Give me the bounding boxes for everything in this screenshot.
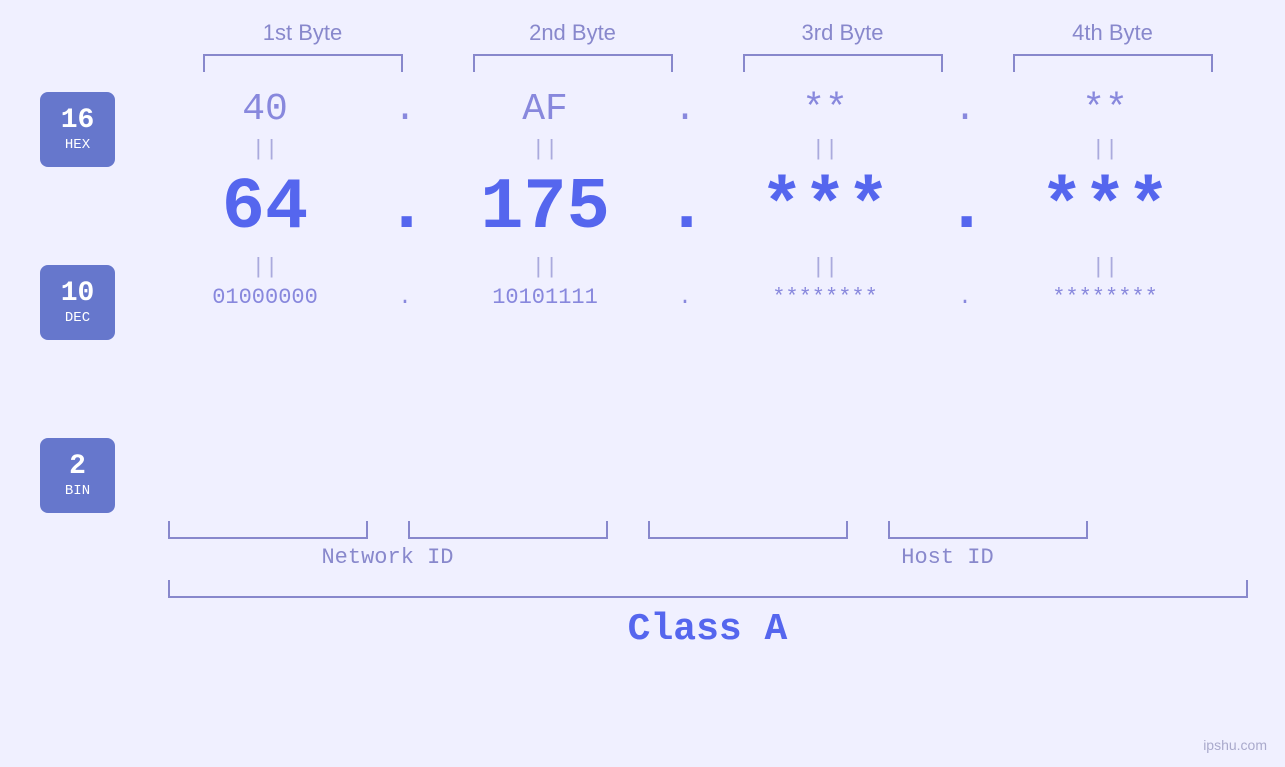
eq-row-1: || || || ||: [145, 135, 1285, 163]
host-bracket-3: [648, 521, 848, 539]
eq2-3: ||: [705, 255, 945, 280]
bin-sep-3: .: [945, 285, 985, 310]
network-id-label: Network ID: [168, 545, 608, 570]
eq2-2: ||: [425, 255, 665, 280]
top-bracket-3: [743, 54, 943, 72]
bin-badge: 2 BIN: [40, 438, 115, 513]
main-container: 1st Byte 2nd Byte 3rd Byte 4th Byte 16 H…: [0, 0, 1285, 767]
bin-val-4: ********: [985, 285, 1225, 310]
byte-label-2: 2nd Byte: [453, 20, 693, 46]
byte-label-3: 3rd Byte: [723, 20, 963, 46]
dec-sep-1: .: [385, 167, 425, 249]
eq-1: ||: [145, 137, 385, 162]
class-label: Class A: [628, 608, 788, 651]
network-bracket-1: [168, 521, 368, 539]
hex-sep-2: .: [665, 88, 705, 131]
dec-sep-2: .: [665, 167, 705, 249]
hex-val-4: **: [985, 88, 1225, 131]
top-bracket-1: [203, 54, 403, 72]
host-id-label: Host ID: [648, 545, 1248, 570]
label-gap: [608, 545, 648, 570]
class-label-container: Class A: [168, 608, 1248, 651]
sep-space-1: [368, 521, 408, 539]
bin-sep-1: .: [385, 285, 425, 310]
sep-space-2: [608, 521, 648, 539]
bin-badge-num: 2: [69, 452, 86, 483]
dec-badge: 10 DEC: [40, 265, 115, 340]
top-bracket-2: [473, 54, 673, 72]
hex-val-2: AF: [425, 88, 665, 131]
hex-sep-3: .: [945, 88, 985, 131]
dec-val-1: 64: [145, 167, 385, 249]
eq-2: ||: [425, 137, 665, 162]
hex-badge-num: 16: [61, 106, 95, 137]
big-bottom-bracket: [168, 580, 1248, 598]
host-bracket-4: [888, 521, 1088, 539]
hex-badge: 16 HEX: [40, 92, 115, 167]
hex-data-row: 40 . AF . ** . **: [145, 88, 1285, 131]
eq2-1: ||: [145, 255, 385, 280]
eq-row-2: || || || ||: [145, 253, 1285, 281]
dec-sep-3: .: [945, 167, 985, 249]
watermark: ipshu.com: [1203, 737, 1267, 753]
dec-val-3: ***: [705, 167, 945, 249]
bin-val-3: ********: [705, 285, 945, 310]
hex-val-1: 40: [145, 88, 385, 131]
badges-column: 16 HEX 10 DEC 2 BIN: [40, 92, 115, 513]
sep-space-3: [848, 521, 888, 539]
data-grid: 40 . AF . ** . ** || || || || 64: [145, 82, 1285, 310]
top-bracket-row: [168, 54, 1248, 72]
dec-badge-label: DEC: [65, 310, 90, 326]
bin-val-1: 01000000: [145, 285, 385, 310]
byte-labels-row: 1st Byte 2nd Byte 3rd Byte 4th Byte: [168, 20, 1248, 46]
byte-label-4: 4th Byte: [993, 20, 1233, 46]
bottom-brackets: [168, 521, 1248, 539]
main-content-area: 16 HEX 10 DEC 2 BIN 40 . AF . ** . **: [0, 82, 1285, 513]
byte-label-1: 1st Byte: [183, 20, 423, 46]
hex-val-3: **: [705, 88, 945, 131]
bin-sep-2: .: [665, 285, 705, 310]
hex-badge-label: HEX: [65, 137, 90, 153]
id-labels: Network ID Host ID: [168, 545, 1248, 570]
dec-val-2: 175: [425, 167, 665, 249]
dec-badge-num: 10: [61, 279, 95, 310]
eq-3: ||: [705, 137, 945, 162]
dec-val-4: ***: [985, 167, 1225, 249]
eq-4: ||: [985, 137, 1225, 162]
dec-data-row: 64 . 175 . *** . ***: [145, 167, 1285, 249]
bin-badge-label: BIN: [65, 483, 90, 499]
bin-val-2: 10101111: [425, 285, 665, 310]
bin-data-row: 01000000 . 10101111 . ******** . *******…: [145, 285, 1285, 310]
eq2-4: ||: [985, 255, 1225, 280]
network-bracket-2: [408, 521, 608, 539]
bottom-section: Network ID Host ID Class A: [168, 521, 1248, 651]
hex-sep-1: .: [385, 88, 425, 131]
top-bracket-4: [1013, 54, 1213, 72]
